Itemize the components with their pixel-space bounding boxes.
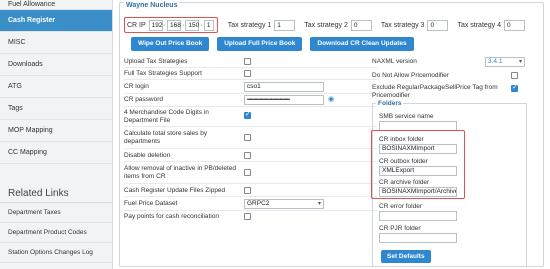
cr-login-input[interactable]: cso1 <box>244 82 324 92</box>
sidebar-item-downloads[interactable]: Downloads <box>0 54 112 76</box>
ip-dot: · <box>182 21 185 29</box>
smb-service-label: SMB service name <box>379 113 434 120</box>
tax-strategy-4-label: Tax strategy 4 <box>457 21 502 29</box>
cr-pjr-label: CR PJR folder <box>379 225 421 232</box>
divider <box>124 183 377 184</box>
sidebar-item-cc-mapping[interactable]: CC Mapping <box>0 142 112 164</box>
calc-store-sales-label-1: Calculate total store sales by <box>124 130 208 137</box>
sidebar-item-tags[interactable]: Tags <box>0 98 112 120</box>
cr-password-input[interactable]: •••••••••••••••••••••••••••••••••• <box>244 95 324 105</box>
section-title: Wayne Nucleus <box>124 2 180 9</box>
related-link-department-taxes[interactable]: Department Taxes <box>0 203 112 223</box>
folders-highlight <box>371 130 465 199</box>
ip-dot: · <box>163 21 167 29</box>
fuel-price-dataset-label: Fuel Price Dataset <box>124 200 178 207</box>
allow-removal-checkbox[interactable] <box>244 169 251 176</box>
upload-tax-strategies-label: Upload Tax Strategies <box>124 58 188 65</box>
divider <box>124 161 377 162</box>
calc-store-sales-checkbox[interactable] <box>244 134 251 141</box>
pay-points-label: Pay points for cash reconciliation <box>124 213 220 220</box>
divider <box>124 93 377 94</box>
naxml-version-select[interactable]: 3.4.1 <box>485 57 525 67</box>
folders-title: Folders <box>376 100 404 107</box>
merch-code-digits-label-1: 4 Merchandise Code Digits in <box>124 109 209 116</box>
related-links: Related Links Department Taxes Departmen… <box>0 184 112 263</box>
exclude-regular-package-checkbox[interactable] <box>511 83 518 92</box>
divider <box>124 67 377 68</box>
merch-code-digits-checkbox[interactable] <box>244 110 251 119</box>
cr-ip-label: CR IP <box>127 21 146 29</box>
related-links-title: Related Links <box>0 184 112 203</box>
cr-pjr-input[interactable] <box>379 233 457 243</box>
calc-store-sales-label-2: departments <box>124 138 161 145</box>
set-defaults-button[interactable]: Set Defaults <box>381 250 431 263</box>
exclude-regular-package-label-2: Pricemodifier <box>372 92 410 99</box>
pay-points-checkbox[interactable] <box>244 213 251 220</box>
naxml-version-label: NAXML version <box>372 58 417 65</box>
cr-ip-octet-2[interactable]: 168 <box>167 19 182 31</box>
sidebar-item-atg[interactable]: ATG <box>0 76 112 98</box>
tax-strategy-3-label: Tax strategy 3 <box>380 21 425 29</box>
download-cr-clean-updates-button[interactable]: Download CR Clean Updates <box>310 37 414 51</box>
related-link-station-options-changes-log[interactable]: Station Options Changes Log <box>0 243 112 263</box>
cr-ip-octet-3[interactable]: 150 <box>185 19 200 31</box>
tax-strategy-1-label: Tax strategy 1 <box>227 21 272 29</box>
price-book-buttons: Wipe Out Price Book Upload Full Price Bo… <box>131 37 414 51</box>
sidebar-item-cash-register[interactable]: Cash Register <box>0 10 112 32</box>
divider <box>124 79 377 80</box>
divider <box>124 148 377 149</box>
ip-dot: · <box>200 21 203 29</box>
divider <box>124 106 377 107</box>
merch-code-digits-label-2: Department File <box>124 117 171 124</box>
sidebar-item-mop-mapping[interactable]: MOP Mapping <box>0 120 112 142</box>
tax-strategy-2-input[interactable]: 0 <box>350 19 372 31</box>
cr-error-label: CR error folder <box>379 203 422 210</box>
tax-strategy-2-label: Tax strategy 2 <box>304 21 348 29</box>
wipe-out-price-book-button[interactable]: Wipe Out Price Book <box>131 37 210 51</box>
divider <box>124 196 377 197</box>
allow-removal-label-1: Allow removal of inactive in PB/deleted <box>124 165 237 172</box>
exclude-regular-package-label-1: Exclude RegularPackageSellPrice Tag from <box>372 84 498 91</box>
upload-full-price-book-button[interactable]: Upload Full Price Book <box>217 37 303 51</box>
main-content: Wayne Nucleus CR IP 192 · 168 · 150 · 1 … <box>113 0 550 269</box>
divider <box>124 126 377 127</box>
cr-error-input[interactable] <box>379 211 457 221</box>
disable-deletion-label: Disable deletion <box>124 152 171 159</box>
divider <box>124 210 377 211</box>
cr-ip-octet-1[interactable]: 192 <box>148 19 163 31</box>
cr-password-label: CR password <box>124 96 164 103</box>
sidebar: Fuel Allowance Cash Register MISC Downlo… <box>0 0 113 269</box>
cr-update-zipped-checkbox[interactable] <box>244 187 251 194</box>
cr-update-zipped-label: Cash Register Update Files Zipped <box>124 187 226 194</box>
full-tax-strategies-label: Full Tax Strategies Support <box>124 70 202 77</box>
tax-strategy-1-input[interactable]: 1 <box>274 19 296 31</box>
show-password-icon[interactable]: ◉ <box>328 95 334 103</box>
disable-deletion-checkbox[interactable] <box>244 152 251 159</box>
tax-strategy-3-input[interactable]: 0 <box>427 19 449 31</box>
tax-strategy-4-input[interactable]: 0 <box>504 19 526 31</box>
cr-ip-row: CR IP 192 · 168 · 150 · 1 Tax strategy 1… <box>124 18 526 32</box>
upload-tax-strategies-checkbox[interactable] <box>244 58 251 65</box>
cr-login-label: CR login <box>124 83 149 90</box>
wayne-nucleus-panel: Wayne Nucleus CR IP 192 · 168 · 150 · 1 … <box>119 2 544 267</box>
sidebar-item-misc[interactable]: MISC <box>0 32 112 54</box>
related-link-department-product-codes[interactable]: Department Product Codes <box>0 223 112 243</box>
full-tax-strategies-checkbox[interactable] <box>244 70 251 77</box>
fuel-price-dataset-select[interactable]: GRPC2 <box>244 199 324 209</box>
sidebar-item-fuel-allowance[interactable]: Fuel Allowance <box>0 0 112 10</box>
cr-ip-octet-4[interactable]: 1 <box>203 19 214 31</box>
no-price-modifier-checkbox[interactable] <box>511 72 518 79</box>
no-price-modifier-label: Do Not Allow Pricemodifier <box>372 72 449 79</box>
allow-removal-label-2: items from CR <box>124 173 166 180</box>
